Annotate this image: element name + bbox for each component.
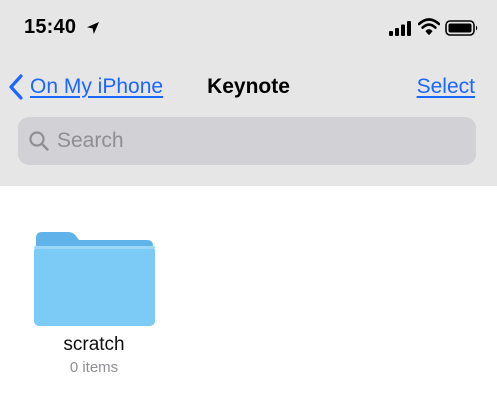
signal-bars-icon — [389, 21, 411, 36]
folder-icon — [34, 232, 155, 326]
status-bar: 15:40 — [0, 0, 497, 60]
navigation-bar: On My iPhone Keynote Select — [0, 60, 497, 112]
wifi-icon — [418, 18, 440, 35]
folder-item-count: 0 items — [69, 359, 119, 376]
folder-name: scratch — [63, 334, 125, 355]
status-time: 15:40 — [24, 16, 77, 38]
select-button[interactable]: Select — [417, 75, 475, 99]
header-area: 15:40 On My iPhone Keynote Select Search — [0, 0, 497, 186]
search-icon — [29, 131, 49, 151]
search-placeholder: Search — [57, 129, 124, 152]
folder-item-scratch[interactable]: scratch 0 items — [24, 226, 164, 386]
battery-icon — [445, 20, 478, 36]
search-input[interactable]: Search — [18, 117, 476, 165]
location-arrow-icon — [87, 22, 99, 34]
